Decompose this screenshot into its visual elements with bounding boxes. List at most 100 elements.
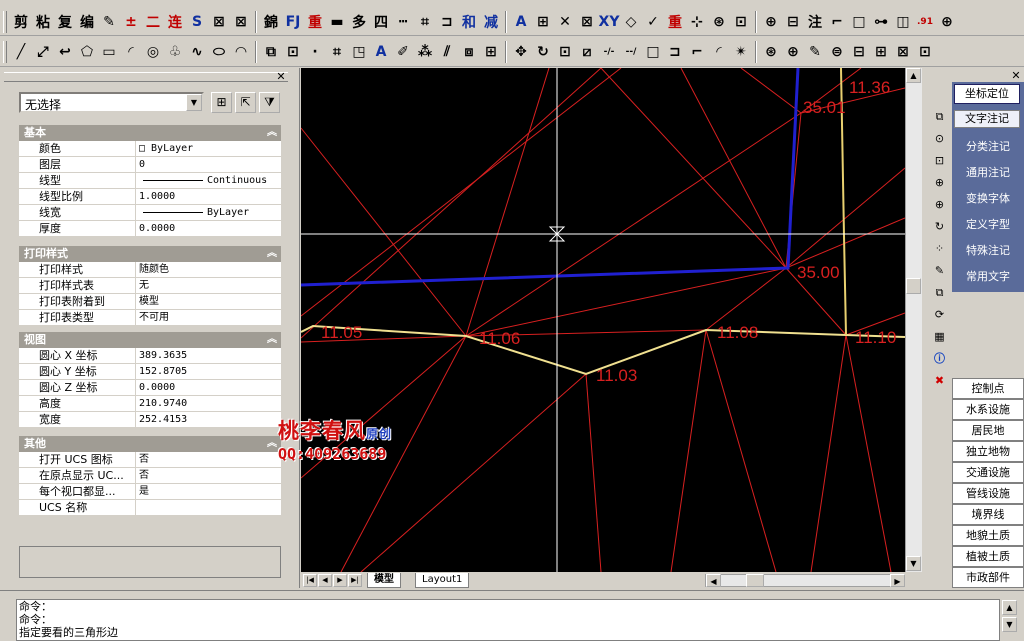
collapse-icon[interactable]: ⊟ [782, 11, 804, 33]
tool-f-icon[interactable]: ⊠ [892, 41, 914, 63]
next-tab-icon[interactable]: ▶ [333, 574, 347, 587]
layer-tool-icon[interactable]: ⧉ [931, 108, 948, 125]
fillet-icon[interactable]: ◜ [708, 41, 730, 63]
tab-model[interactable]: 模型 [367, 573, 401, 588]
polyline-icon[interactable]: ⤢ [32, 41, 54, 63]
bar-icon[interactable]: ▬ [326, 11, 348, 33]
break-icon[interactable]: □ [642, 41, 664, 63]
measure-tool-icon[interactable]: ⊡ [931, 152, 948, 169]
node-tool-icon[interactable]: ⁘ [931, 240, 948, 257]
property-value[interactable] [136, 500, 281, 515]
first-tab-icon[interactable]: |◀ [303, 574, 317, 587]
grid-icon[interactable]: ⊠ [208, 11, 230, 33]
select-objects-button[interactable]: ⇱ [235, 92, 256, 113]
command-history[interactable]: 命令： 命令： 指定要看的三角形边 [16, 599, 1000, 641]
property-row[interactable]: 每个视口都显... 是 [19, 484, 281, 500]
tool-a-icon[interactable]: ⊛ [760, 41, 782, 63]
property-value[interactable]: 否 [136, 452, 281, 467]
frame-icon[interactable]: ⊡ [730, 11, 752, 33]
property-value[interactable]: 否 [136, 468, 281, 483]
property-row[interactable]: 宽度 252.4153 [19, 412, 281, 428]
arc-back-icon[interactable]: ↩ [54, 41, 76, 63]
info-icon[interactable]: ⓘ [931, 350, 948, 367]
insert-block-icon[interactable]: ⧉ [260, 41, 282, 63]
double-line-icon[interactable]: 二 [142, 11, 164, 33]
tool-c-icon[interactable]: ⊜ [826, 41, 848, 63]
property-value[interactable]: 0.0000 [136, 221, 281, 236]
scroll-right-icon[interactable]: ▶ [890, 574, 905, 587]
ellipse-arc-icon[interactable]: ◠ [230, 41, 252, 63]
circle-icon[interactable]: ◎ [142, 41, 164, 63]
cut-icon[interactable]: 剪 [10, 11, 32, 33]
menu-command[interactable]: 变换字体 [952, 188, 1024, 210]
property-row[interactable]: 圆心 Z 坐标 0.0000 [19, 380, 281, 396]
trim-icon[interactable]: -/- [598, 41, 620, 63]
property-value[interactable]: 0.0000 [136, 380, 281, 395]
join-icon[interactable]: ⊐ [664, 41, 686, 63]
collapse-icon[interactable]: ︽ [267, 246, 277, 262]
collapse-icon[interactable]: ︽ [267, 332, 277, 348]
property-value[interactable]: 不可用 [136, 310, 281, 325]
drawing-canvas[interactable]: 11.36 35.01 35.00 11.05 11.06 11.08 11.1… [301, 68, 905, 572]
property-value[interactable]: 1.0000 [136, 189, 281, 204]
check-icon[interactable]: ✓ [642, 11, 664, 33]
scroll-down-icon[interactable]: ▼ [1002, 617, 1017, 632]
selection-dropdown[interactable]: 无选择 ▼ [19, 92, 204, 113]
refresh-tool-icon[interactable]: ↻ [931, 218, 948, 235]
hatch-icon[interactable]: ⌗ [414, 11, 436, 33]
collapse-icon[interactable]: ︽ [267, 436, 277, 452]
property-row[interactable]: 图层 0 [19, 157, 281, 173]
property-value[interactable]: 389.3635 [136, 348, 281, 363]
category-item[interactable]: 交通设施 [952, 462, 1024, 483]
decimal-icon[interactable]: .91 [914, 11, 936, 33]
stretch-icon[interactable]: ⧄ [576, 41, 598, 63]
scroll-thumb[interactable] [906, 278, 921, 294]
arc-icon[interactable]: ◜ [120, 41, 142, 63]
tool-b-icon[interactable]: ✎ [804, 41, 826, 63]
scroll-left-icon[interactable]: ◀ [706, 574, 721, 587]
property-value[interactable]: 是 [136, 484, 281, 499]
tool-e-icon[interactable]: ⊞ [870, 41, 892, 63]
mirror-icon[interactable]: ⫽ [436, 41, 458, 63]
menu-command[interactable]: 定义字型 [952, 214, 1024, 236]
tool-g-icon[interactable]: ⊡ [914, 41, 936, 63]
property-value[interactable]: 无 [136, 278, 281, 293]
copy-icon[interactable]: 复 [54, 11, 76, 33]
property-row[interactable]: 线型 Continuous [19, 173, 281, 189]
close-icon[interactable]: ✕ [275, 71, 287, 83]
array-icon[interactable]: ⊞ [480, 41, 502, 63]
erase-icon[interactable]: ✐ [392, 41, 414, 63]
property-row[interactable]: 颜色 □ ByLayer [19, 141, 281, 157]
explode-icon[interactable]: ✴ [730, 41, 752, 63]
toolbar-grip[interactable] [3, 10, 7, 33]
prev-tab-icon[interactable]: ◀ [318, 574, 332, 587]
toolbar-grip[interactable] [3, 40, 7, 63]
property-row[interactable]: UCS 名称 [19, 500, 281, 516]
menu-command[interactable]: 特殊注记 [952, 240, 1024, 262]
cross-box-icon[interactable]: ⊠ [230, 11, 252, 33]
fj-icon[interactable]: FJ [282, 11, 304, 33]
cloud-icon[interactable]: ♧ [164, 41, 186, 63]
link-tool-icon[interactable]: ⧉ [931, 284, 948, 301]
region-icon[interactable]: ◳ [348, 41, 370, 63]
property-value[interactable]: 210.9740 [136, 396, 281, 411]
category-item[interactable]: 水系设施 [952, 399, 1024, 420]
property-row[interactable]: 打印表类型 不可用 [19, 310, 281, 326]
rotate-icon[interactable]: ↻ [532, 41, 554, 63]
four-icon[interactable]: 四 [370, 11, 392, 33]
property-value[interactable]: □ ByLayer [136, 141, 281, 156]
scroll-up-icon[interactable]: ▲ [1002, 600, 1017, 615]
command-prompt[interactable]: 指定要看的三角形边 [19, 626, 999, 639]
annotate-icon[interactable]: 注 [804, 11, 826, 33]
rotate-tool-icon[interactable]: ⟳ [931, 306, 948, 323]
make-block-icon[interactable]: ⊡ [282, 41, 304, 63]
curve-s-icon[interactable]: S [186, 11, 208, 33]
property-row[interactable]: 打印表附着到 模型 [19, 294, 281, 310]
box-x-icon[interactable]: ⊠ [576, 11, 598, 33]
point-icon[interactable]: ⊹ [686, 11, 708, 33]
property-value[interactable]: 252.4153 [136, 412, 281, 427]
tool-d-icon[interactable]: ⊟ [848, 41, 870, 63]
chamfer-icon[interactable]: ⌐ [686, 41, 708, 63]
table-icon[interactable]: ⊞ [532, 11, 554, 33]
circle-plus-icon[interactable]: ⊕ [936, 11, 958, 33]
